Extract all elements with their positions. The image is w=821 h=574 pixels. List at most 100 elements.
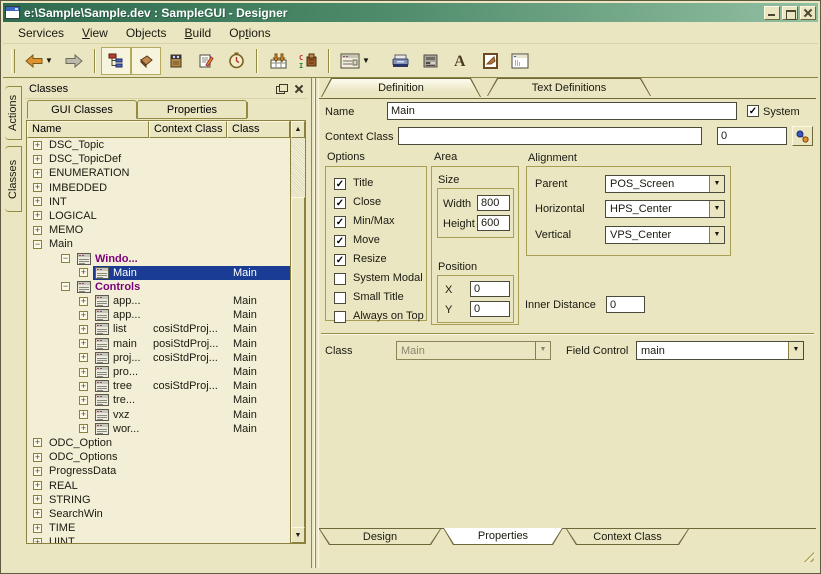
form-list-button[interactable] <box>505 47 535 75</box>
build-machine-button[interactable] <box>415 47 445 75</box>
tab-design[interactable]: Design <box>319 529 441 545</box>
book-button[interactable] <box>161 47 191 75</box>
collapse-minus-icon[interactable]: − <box>33 240 42 249</box>
scroll-up-icon[interactable]: ▲ <box>291 121 305 138</box>
menu-build[interactable]: Build <box>176 24 221 42</box>
tab-properties[interactable]: Properties <box>137 100 247 119</box>
width-input[interactable] <box>477 195 510 211</box>
tree-row[interactable]: +INT <box>27 195 290 209</box>
tree-row[interactable]: +wor...Main <box>27 422 290 436</box>
expand-plus-icon[interactable]: + <box>79 311 88 320</box>
tab-properties-bottom[interactable]: Properties <box>443 528 563 545</box>
tree-row[interactable]: +listcosiStdProj...Main <box>27 322 290 336</box>
side-tab-actions[interactable]: Actions <box>5 86 22 140</box>
y-input[interactable] <box>470 301 510 317</box>
expand-plus-icon[interactable]: + <box>33 169 42 178</box>
menu-view[interactable]: View <box>73 24 117 42</box>
option-checkbox[interactable] <box>334 254 346 266</box>
close-button[interactable] <box>800 6 816 20</box>
maximize-button[interactable] <box>782 6 798 20</box>
tree-row[interactable]: +tre...Main <box>27 393 290 407</box>
context-class-index-input[interactable] <box>717 127 787 145</box>
tree-row[interactable]: +vxzMain <box>27 408 290 422</box>
option-checkbox[interactable] <box>334 178 346 190</box>
expand-plus-icon[interactable]: + <box>79 368 88 377</box>
field-control-dropdown[interactable]: main▼ <box>636 341 804 360</box>
expand-plus-icon[interactable]: + <box>33 524 42 533</box>
font-button[interactable]: A <box>445 47 475 75</box>
menu-services[interactable]: Services <box>9 24 73 42</box>
tab-definition[interactable]: Definition <box>321 78 481 97</box>
name-input[interactable] <box>387 102 737 120</box>
x-input[interactable] <box>470 281 510 297</box>
tree-row[interactable]: +MainMain <box>27 266 290 280</box>
option-checkbox[interactable] <box>334 197 346 209</box>
expand-plus-icon[interactable]: + <box>33 183 42 192</box>
tree-row[interactable]: −Windo... <box>27 252 290 266</box>
expand-plus-icon[interactable]: + <box>33 226 42 235</box>
option-checkbox[interactable] <box>334 273 346 285</box>
tree-row[interactable]: +ProgressData <box>27 464 290 478</box>
forward-arrow-button[interactable] <box>59 47 89 75</box>
tree-row[interactable]: +ODC_Options <box>27 450 290 464</box>
tree-row[interactable]: +app...Main <box>27 294 290 308</box>
menu-options[interactable]: Options <box>220 24 279 42</box>
expand-plus-icon[interactable]: + <box>79 325 88 334</box>
class-hierarchy-button[interactable] <box>101 47 131 75</box>
option-checkbox[interactable] <box>334 311 346 323</box>
tree-row[interactable]: +proj...cosiStdProj...Main <box>27 351 290 365</box>
expand-plus-icon[interactable]: + <box>33 453 42 462</box>
close-panel-icon[interactable] <box>292 82 307 96</box>
expand-plus-icon[interactable]: + <box>33 141 42 150</box>
expand-plus-icon[interactable]: + <box>79 297 88 306</box>
scroll-thumb[interactable] <box>291 197 305 528</box>
back-arrow-button[interactable]: ▼ <box>19 47 59 75</box>
float-panel-icon[interactable] <box>274 82 289 96</box>
horizontal-dropdown[interactable]: HPS_Center▼ <box>605 200 725 218</box>
expand-plus-icon[interactable]: + <box>33 495 42 504</box>
tree-row[interactable]: +ODC_Option <box>27 436 290 450</box>
tree-row[interactable]: +app...Main <box>27 308 290 322</box>
tree-vertical-scrollbar[interactable]: ▲ ▼ <box>290 121 305 543</box>
tree-row[interactable]: +SearchWin <box>27 507 290 521</box>
collapse-minus-icon[interactable]: − <box>61 282 70 291</box>
tree-row[interactable]: +DSC_TopicDef <box>27 152 290 166</box>
minimize-button[interactable] <box>764 6 780 20</box>
parent-dropdown[interactable]: POS_Screen▼ <box>605 175 725 193</box>
panel-splitter[interactable] <box>309 78 319 568</box>
height-input[interactable] <box>477 215 510 231</box>
tree-row[interactable]: +pro...Main <box>27 365 290 379</box>
tree-row[interactable]: +TIME <box>27 521 290 535</box>
system-checkbox[interactable] <box>747 105 759 117</box>
expand-plus-icon[interactable]: + <box>33 509 42 518</box>
column-header-name[interactable]: Name <box>27 121 149 138</box>
expand-plus-icon[interactable]: + <box>33 438 42 447</box>
expand-plus-icon[interactable]: + <box>33 211 42 220</box>
tab-text-definitions[interactable]: Text Definitions <box>487 78 651 96</box>
import-grid-button[interactable] <box>263 47 293 75</box>
inner-distance-input[interactable] <box>606 296 645 313</box>
expand-plus-icon[interactable]: + <box>79 424 88 433</box>
tree-row[interactable]: −Controls <box>27 280 290 294</box>
column-header-context-class[interactable]: Context Class <box>149 121 227 138</box>
menu-objects[interactable]: Objects <box>117 24 176 42</box>
window-form-button[interactable]: ▼ <box>335 47 375 75</box>
tree-row[interactable]: +IMBEDDED <box>27 181 290 195</box>
expand-plus-icon[interactable]: + <box>79 353 88 362</box>
tree-row[interactable]: +MEMO <box>27 223 290 237</box>
side-tab-classes[interactable]: Classes <box>5 146 22 212</box>
tree-row[interactable]: +treecosiStdProj...Main <box>27 379 290 393</box>
context-class-input[interactable] <box>398 127 702 145</box>
toolbar-drag-handle[interactable] <box>11 49 15 73</box>
tree-row[interactable]: +STRING <box>27 493 290 507</box>
expand-plus-icon[interactable]: + <box>79 410 88 419</box>
tree-row[interactable]: +LOGICAL <box>27 209 290 223</box>
image-stamp-button[interactable] <box>475 47 505 75</box>
expand-plus-icon[interactable]: + <box>33 481 42 490</box>
expand-plus-icon[interactable]: + <box>33 538 42 543</box>
expand-plus-icon[interactable]: + <box>79 339 88 348</box>
tree-row[interactable]: +UINT <box>27 535 290 543</box>
column-header-class[interactable]: Class <box>227 121 290 138</box>
expand-plus-icon[interactable]: + <box>79 396 88 405</box>
collapse-minus-icon[interactable]: − <box>61 254 70 263</box>
